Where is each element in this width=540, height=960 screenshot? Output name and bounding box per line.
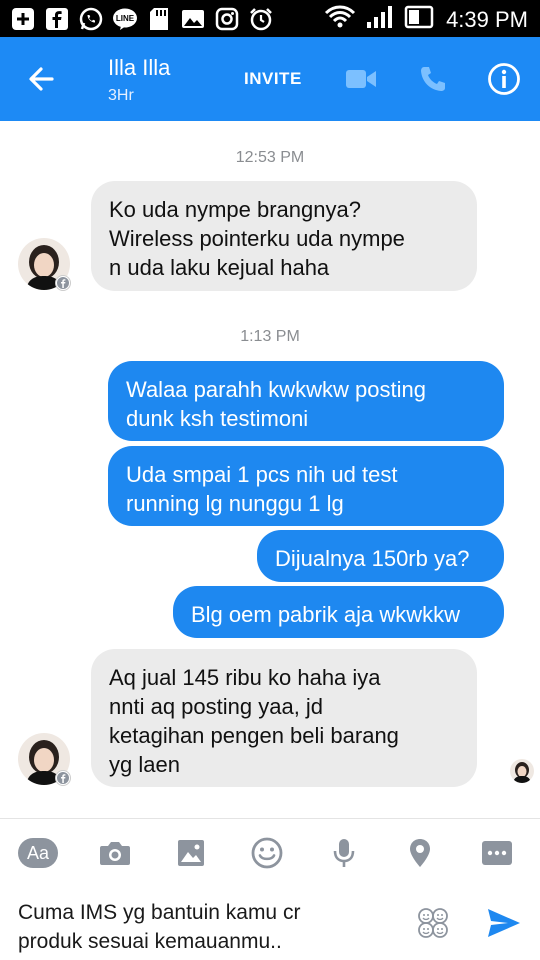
outgoing-message[interactable]: Blg oem pabrik aja wkwkkw: [173, 586, 504, 638]
plus-icon: [10, 6, 36, 32]
message-line: Uda smpai 1 pcs nih ud test: [126, 462, 398, 487]
image-icon[interactable]: [171, 835, 211, 871]
line-icon: LINE: [112, 6, 138, 32]
send-icon[interactable]: [486, 906, 522, 940]
message-line: nnti aq posting yaa, jd: [109, 694, 324, 719]
composer-toolbar: Aa: [0, 818, 540, 886]
aa-label: Aa: [18, 838, 58, 868]
message-line: dunk ksh testimoni: [126, 406, 309, 431]
back-arrow-icon[interactable]: [22, 61, 62, 97]
smiley-icon[interactable]: [247, 835, 287, 871]
facebook-icon: [44, 6, 70, 32]
instagram-icon: [214, 6, 240, 32]
incoming-message[interactable]: Ko uda nympe brangnya? Wireless pointerk…: [91, 181, 477, 291]
incoming-message[interactable]: Aq jual 145 ribu ko haha iya nnti aq pos…: [91, 649, 477, 787]
alarm-icon: [248, 6, 274, 32]
message-timestamp: 1:13 PM: [240, 328, 300, 345]
info-icon[interactable]: [486, 63, 522, 95]
location-icon[interactable]: [400, 835, 440, 871]
messenger-badge-icon: [55, 770, 71, 786]
message-line: Dijualnya 150rb ya?: [275, 546, 470, 571]
status-bar: LINE 4:39 PM: [0, 0, 540, 37]
outgoing-message[interactable]: Walaa parahh kwkwkw posting dunk ksh tes…: [108, 361, 504, 441]
contact-name[interactable]: Illa Illa: [108, 55, 170, 81]
message-line: n uda laku kejual haha: [109, 255, 330, 280]
message-line: Walaa parahh kwkwkw posting: [126, 377, 426, 402]
message-line: ketagihan pengen beli barang: [109, 723, 399, 748]
message-line: Wireless pointerku uda nympe: [109, 226, 405, 251]
message-timestamp: 12:53 PM: [235, 149, 305, 166]
messenger-badge-icon: [55, 275, 71, 291]
outgoing-message[interactable]: Uda smpai 1 pcs nih ud test running lg n…: [108, 446, 504, 526]
active-status: 3Hr: [108, 87, 134, 104]
seen-receipt-avatar: [510, 759, 534, 783]
message-line: Ko uda nympe brangnya?: [109, 197, 361, 222]
microphone-icon[interactable]: [324, 835, 364, 871]
message-line: Aq jual 145 ribu ko haha iya: [109, 665, 381, 690]
invite-button[interactable]: INVITE: [244, 69, 302, 89]
input-text-line: Cuma IMS yg bantuin kamu cr: [18, 901, 301, 924]
aa-icon[interactable]: Aa: [18, 835, 58, 871]
outgoing-message[interactable]: Dijualnya 150rb ya?: [257, 530, 504, 582]
message-line: yg laen: [109, 752, 180, 777]
wifi-icon: [324, 4, 356, 35]
clock: 4:39 PM: [446, 6, 528, 32]
message-line: Blg oem pabrik aja wkwkkw: [191, 602, 460, 627]
gallery-icon: [180, 6, 206, 32]
conversation-header: Illa Illa 3Hr INVITE: [0, 37, 540, 121]
battery-icon: [404, 4, 436, 35]
signal-icon: [366, 4, 394, 35]
video-call-icon[interactable]: [344, 63, 378, 95]
whatsapp-icon: [78, 6, 104, 32]
camera-icon[interactable]: [95, 835, 135, 871]
more-icon[interactable]: [477, 835, 517, 871]
input-text-line: produk sesuai kemauanmu..: [18, 930, 282, 953]
svg-text:LINE: LINE: [116, 14, 135, 23]
sticker-icon[interactable]: [416, 906, 450, 940]
phone-call-icon[interactable]: [416, 63, 450, 95]
message-thread[interactable]: 12:53 PM Ko uda nympe brangnya? Wireless…: [0, 121, 540, 818]
message-line: running lg nunggu 1 lg: [126, 491, 344, 516]
sd-card-icon: [146, 6, 172, 32]
message-input[interactable]: Cuma IMS yg bantuin kamu cr produk sesua…: [18, 898, 398, 956]
